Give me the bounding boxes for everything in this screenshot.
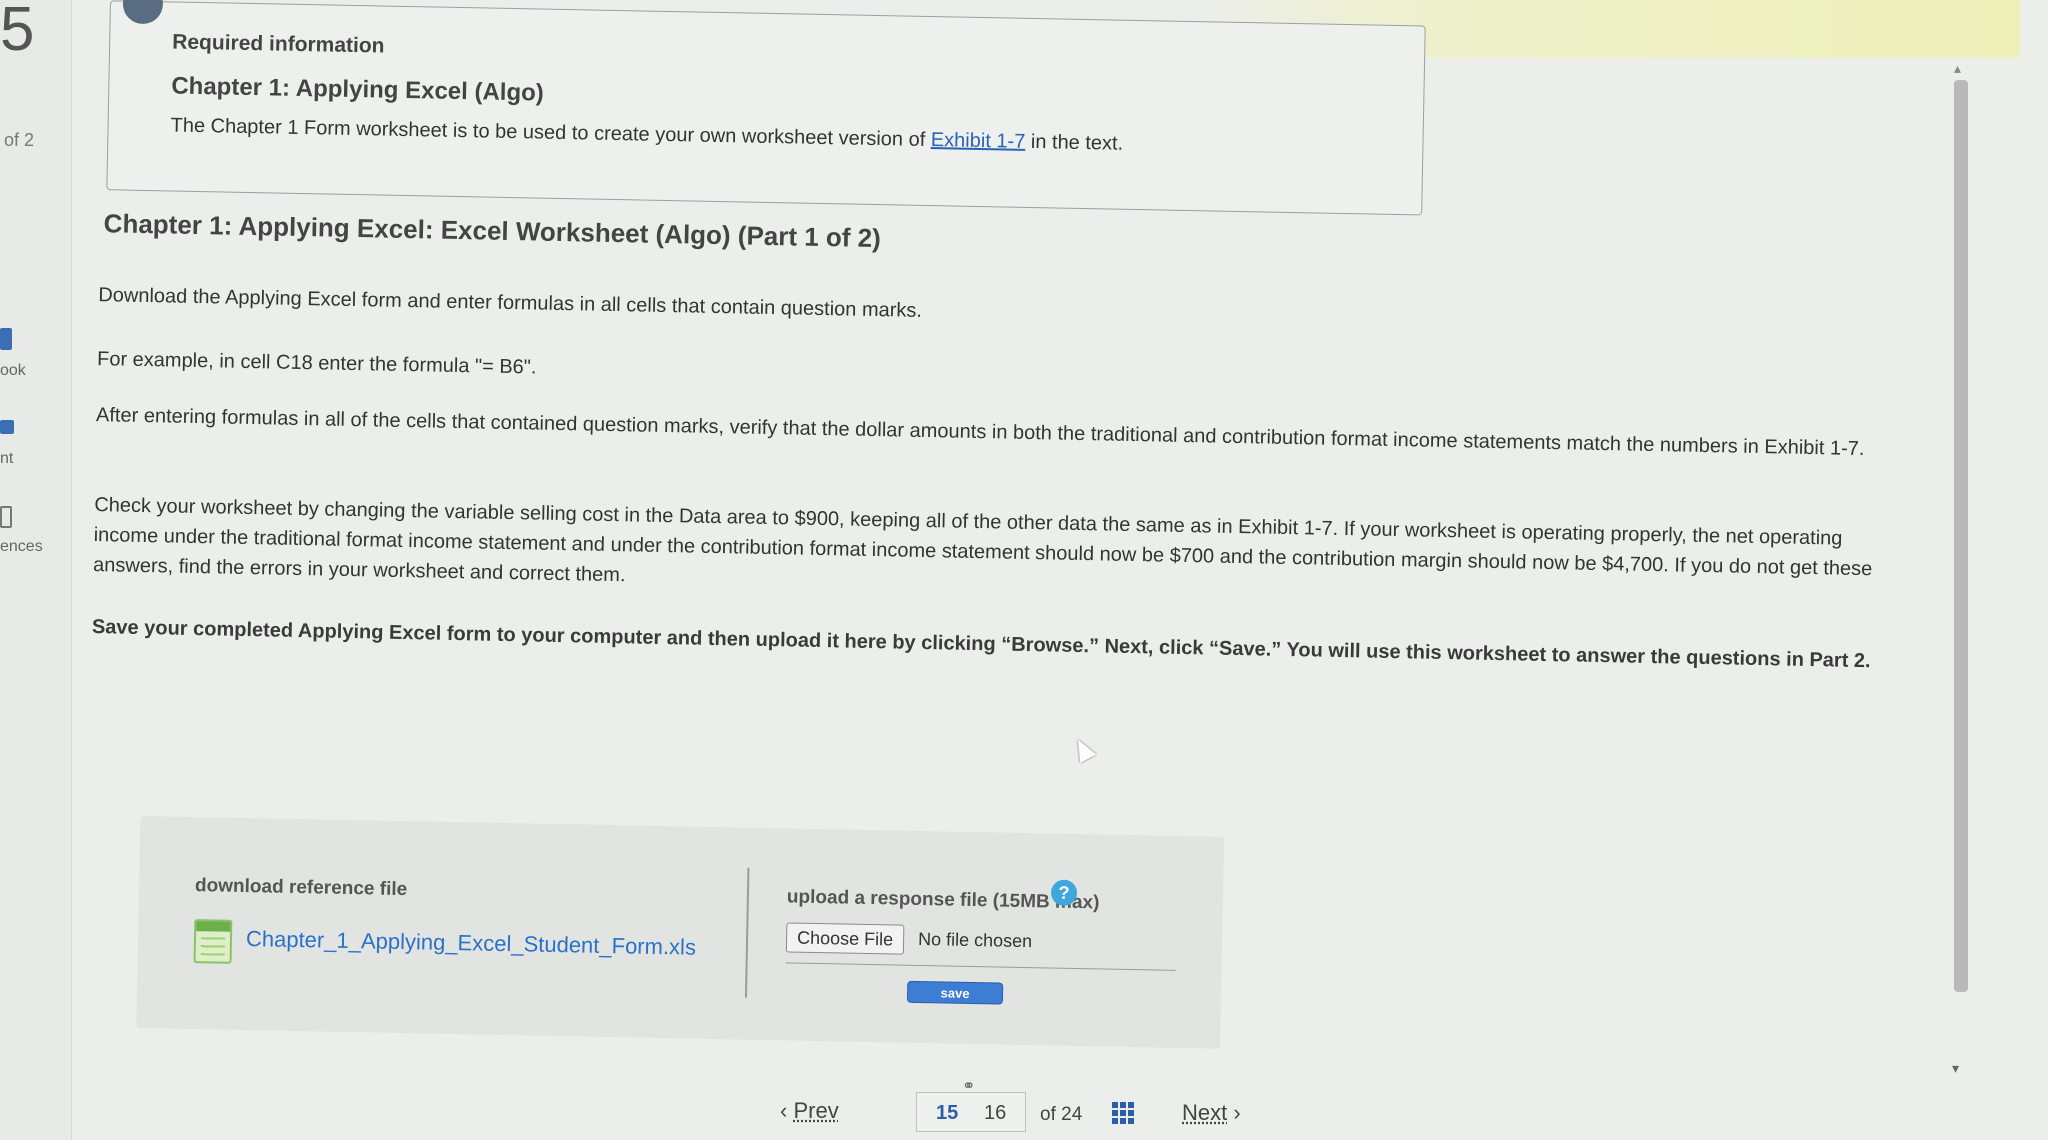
instruction-p2: For example, in cell C18 enter the formu… bbox=[96, 348, 537, 379]
pagination: ‹ Prev ⚭ 15 16 of 24 Next › bbox=[770, 1078, 1290, 1134]
required-info-header: Required information bbox=[171, 30, 385, 58]
instruction-p5: Save your completed Applying Excel form … bbox=[91, 616, 1871, 673]
next-page-number[interactable]: 16 bbox=[984, 1102, 1006, 1125]
left-nav-rail: 5 of 2 ook nt ences bbox=[0, 0, 72, 1140]
instruction-p1: Download the Applying Excel form and ent… bbox=[98, 284, 923, 322]
info-text-after: in the text. bbox=[1025, 130, 1124, 155]
download-label: download reference file bbox=[194, 875, 408, 901]
scrollbar-thumb[interactable] bbox=[1954, 80, 1968, 992]
info-icon bbox=[122, 0, 164, 25]
no-file-status: No file chosen bbox=[917, 928, 1033, 952]
page-title: Chapter 1: Applying Excel: Excel Workshe… bbox=[103, 208, 882, 254]
exhibit-link[interactable]: Exhibit 1-7 bbox=[931, 129, 1026, 153]
prev-button[interactable]: ‹ Prev bbox=[780, 1098, 839, 1124]
panel-divider bbox=[744, 867, 750, 998]
excel-file-icon[interactable] bbox=[193, 919, 233, 964]
link-icon: ⚭ bbox=[962, 1078, 976, 1095]
next-button[interactable]: Next › bbox=[1182, 1100, 1241, 1126]
references-icon[interactable] bbox=[0, 506, 12, 528]
prev-label: Prev bbox=[793, 1098, 839, 1123]
upload-underline bbox=[785, 962, 1176, 971]
rail-label-references[interactable]: ences bbox=[0, 538, 43, 556]
scroll-up-arrow-icon[interactable]: ▴ bbox=[1954, 60, 1961, 77]
rail-label-ebook[interactable]: ook bbox=[0, 362, 26, 380]
rail-label-print[interactable]: nt bbox=[0, 450, 13, 468]
part-counter: of 2 bbox=[4, 130, 35, 150]
question-number: 5 bbox=[0, 0, 35, 64]
save-button[interactable]: save bbox=[906, 980, 1004, 1005]
chevron-right-icon: › bbox=[1227, 1100, 1241, 1125]
question-content: Required information Chapter 1: Applying… bbox=[74, 0, 1896, 1140]
page-total: of 24 bbox=[1040, 1104, 1083, 1125]
required-info-box: Required information Chapter 1: Applying… bbox=[106, 0, 1426, 216]
page-indicator-box[interactable] bbox=[916, 1092, 1026, 1132]
print-icon[interactable] bbox=[0, 420, 14, 434]
grid-view-icon[interactable] bbox=[1112, 1102, 1134, 1124]
info-text-before: The Chapter 1 Form worksheet is to be us… bbox=[170, 114, 932, 152]
reference-file-link[interactable]: Chapter_1_Applying_Excel_Student_Form.xl… bbox=[246, 926, 696, 961]
scroll-down-arrow-icon[interactable]: ▾ bbox=[1952, 1060, 1959, 1077]
instruction-p3: After entering formulas in all of the ce… bbox=[95, 404, 1865, 461]
info-title: Chapter 1: Applying Excel (Algo) bbox=[171, 72, 545, 107]
file-panel: download reference file Chapter_1_Applyi… bbox=[136, 816, 1225, 1049]
current-page[interactable]: 15 bbox=[936, 1102, 958, 1125]
choose-file-button[interactable]: Choose File bbox=[785, 922, 905, 955]
instruction-p4: Check your worksheet by changing the var… bbox=[92, 494, 1873, 587]
ebook-icon[interactable] bbox=[0, 328, 12, 350]
info-text: The Chapter 1 Form worksheet is to be us… bbox=[170, 114, 1123, 155]
chevron-left-icon: ‹ bbox=[780, 1098, 794, 1123]
next-label: Next bbox=[1182, 1100, 1228, 1125]
